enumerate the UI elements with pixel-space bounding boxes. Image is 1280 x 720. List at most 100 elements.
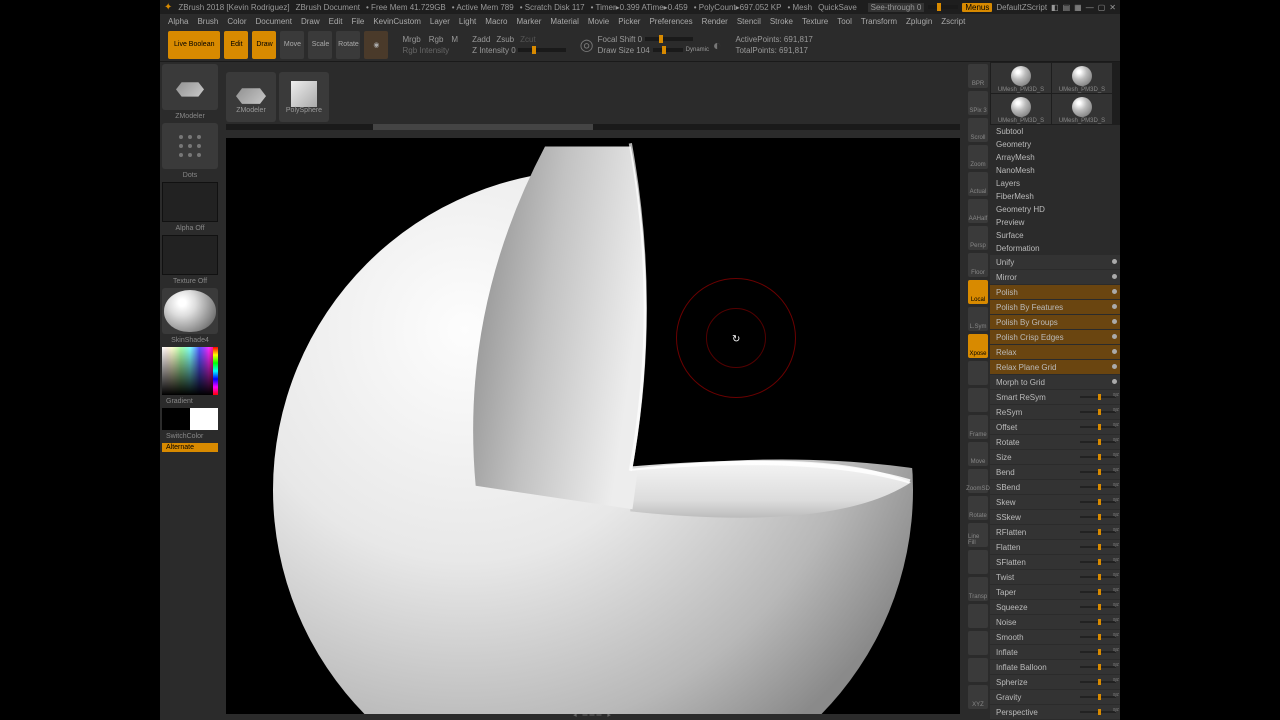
deform-resym[interactable]: ReSymx y z: [990, 405, 1120, 419]
nav-zoomsd[interactable]: ZoomSD: [968, 469, 988, 493]
edit-mode-button[interactable]: Edit: [224, 31, 248, 59]
nav-persp[interactable]: Persp: [968, 226, 988, 250]
menu-color[interactable]: Color: [227, 17, 246, 26]
nav-spix3[interactable]: SPix 3: [968, 91, 988, 115]
nav-icon21[interactable]: [968, 631, 988, 655]
menu-edit[interactable]: Edit: [329, 17, 343, 26]
alternate-button[interactable]: Alternate: [162, 443, 218, 452]
seethrough-slider-track[interactable]: [928, 5, 958, 9]
m-button[interactable]: M: [451, 35, 458, 44]
deform-gravity[interactable]: Gravityx y z: [990, 690, 1120, 704]
nav-icon12[interactable]: [968, 388, 988, 412]
mrgb-button[interactable]: Mrgb: [402, 35, 420, 44]
texture-slot[interactable]: [162, 235, 218, 275]
scale-mode-button[interactable]: Scale: [308, 31, 332, 59]
deform-smart-resym[interactable]: Smart ReSymx y z: [990, 390, 1120, 404]
menu-macro[interactable]: Macro: [485, 17, 507, 26]
nav-local[interactable]: Local: [968, 280, 988, 304]
deform-relax[interactable]: Relax: [990, 345, 1120, 359]
material-thumb[interactable]: [162, 288, 218, 334]
draw-mode-button[interactable]: Draw: [252, 31, 276, 59]
deform-flatten[interactable]: Flattenx y z: [990, 540, 1120, 554]
section-layers[interactable]: Layers: [990, 177, 1120, 190]
menu-document[interactable]: Document: [256, 17, 292, 26]
nav-bpr[interactable]: BPR: [968, 64, 988, 88]
deform-morph-to-grid[interactable]: Morph to Grid: [990, 375, 1120, 389]
menu-render[interactable]: Render: [702, 17, 728, 26]
section-surface[interactable]: Surface: [990, 229, 1120, 242]
nav-zoom[interactable]: Zoom: [968, 145, 988, 169]
menu-material[interactable]: Material: [550, 17, 578, 26]
menu-transform[interactable]: Transform: [861, 17, 897, 26]
section-geometryhd[interactable]: Geometry HD: [990, 203, 1120, 216]
dynamic-label[interactable]: Dynamic: [686, 47, 709, 53]
nav-rotate[interactable]: Rotate: [968, 496, 988, 520]
viewport[interactable]: ↻: [226, 138, 960, 714]
swatch-secondary[interactable]: [162, 408, 190, 430]
deform-unify[interactable]: Unify: [990, 255, 1120, 269]
nav-transp[interactable]: Transp: [968, 577, 988, 601]
deform-perspective[interactable]: Perspectivex y z: [990, 705, 1120, 719]
deform-spherize[interactable]: Spherizex y z: [990, 675, 1120, 689]
tool-zmodeler[interactable]: [162, 64, 218, 110]
menu-stroke[interactable]: Stroke: [770, 17, 793, 26]
nav-icon20[interactable]: [968, 604, 988, 628]
nav-scroll[interactable]: Scroll: [968, 118, 988, 142]
section-preview[interactable]: Preview: [990, 216, 1120, 229]
deform-noise[interactable]: Noisex y z: [990, 615, 1120, 629]
maximize-icon[interactable]: ▢: [1098, 3, 1106, 12]
deform-rflatten[interactable]: RFlattenx y z: [990, 525, 1120, 539]
deform-offset[interactable]: Offsetx y z: [990, 420, 1120, 434]
rgb-button[interactable]: Rgb: [429, 35, 444, 44]
minimize-icon[interactable]: —: [1086, 3, 1094, 12]
menu-marker[interactable]: Marker: [517, 17, 542, 26]
draw-size-slider[interactable]: [653, 48, 683, 52]
swatch-primary[interactable]: [190, 408, 218, 430]
deform-inflate-balloon[interactable]: Inflate Balloonx y z: [990, 660, 1120, 674]
deform-skew[interactable]: Skewx y z: [990, 495, 1120, 509]
deform-taper[interactable]: Taperx y z: [990, 585, 1120, 599]
deform-twist[interactable]: Twistx y z: [990, 570, 1120, 584]
deform-polish-crisp-edges[interactable]: Polish Crisp Edges: [990, 330, 1120, 344]
focal-shift-slider[interactable]: [645, 37, 693, 41]
gizmo-icon[interactable]: ◉: [364, 31, 388, 59]
gradient-label[interactable]: Gradient: [162, 397, 218, 406]
brush-tile-zmodeler[interactable]: ZModeler: [226, 72, 276, 122]
deform-bend[interactable]: Bendx y z: [990, 465, 1120, 479]
zsub-button[interactable]: Zsub: [496, 35, 514, 44]
color-picker[interactable]: [162, 347, 218, 395]
nav-icon11[interactable]: [968, 361, 988, 385]
subtool-thumb-0[interactable]: UMesh_PM3D_S: [991, 63, 1051, 93]
menu-movie[interactable]: Movie: [588, 17, 609, 26]
rotate-mode-button[interactable]: Rotate: [336, 31, 360, 59]
nav-linefill[interactable]: Line Fill: [968, 523, 988, 547]
section-fibermesh[interactable]: FiberMesh: [990, 190, 1120, 203]
nav-xyz[interactable]: XYZ: [968, 685, 988, 709]
menu-zplugin[interactable]: Zplugin: [906, 17, 932, 26]
brush-tile-polysphere[interactable]: PolySphere: [279, 72, 329, 122]
menu-alpha[interactable]: Alpha: [168, 17, 188, 26]
seethrough-slider[interactable]: See-through 0: [868, 3, 925, 12]
menu-kevincustom[interactable]: KevinCustom: [373, 17, 421, 26]
nav-frame[interactable]: Frame: [968, 415, 988, 439]
section-geometry[interactable]: Geometry: [990, 138, 1120, 151]
close-icon[interactable]: ✕: [1109, 3, 1116, 12]
deform-mirror[interactable]: Mirror: [990, 270, 1120, 284]
menu-stencil[interactable]: Stencil: [737, 17, 761, 26]
zadd-button[interactable]: Zadd: [472, 35, 490, 44]
nav-icon22[interactable]: [968, 658, 988, 682]
quicksave-button[interactable]: QuickSave: [818, 3, 857, 12]
deform-inflate[interactable]: Inflatex y z: [990, 645, 1120, 659]
deform-sflatten[interactable]: SFlattenx y z: [990, 555, 1120, 569]
menu-light[interactable]: Light: [459, 17, 476, 26]
menu-brush[interactable]: Brush: [197, 17, 218, 26]
alpha-slot[interactable]: [162, 182, 218, 222]
brush-falloff-icon[interactable]: ◐: [713, 37, 721, 53]
section-nanomesh[interactable]: NanoMesh: [990, 164, 1120, 177]
deform-polish-by-features[interactable]: Polish By Features: [990, 300, 1120, 314]
focal-shift-icon[interactable]: ◎: [580, 35, 594, 55]
deform-relax-plane-grid[interactable]: Relax Plane Grid: [990, 360, 1120, 374]
switchcolor-label[interactable]: SwitchColor: [162, 432, 218, 441]
deform-polish-by-groups[interactable]: Polish By Groups: [990, 315, 1120, 329]
section-subtool[interactable]: Subtool: [990, 125, 1120, 138]
